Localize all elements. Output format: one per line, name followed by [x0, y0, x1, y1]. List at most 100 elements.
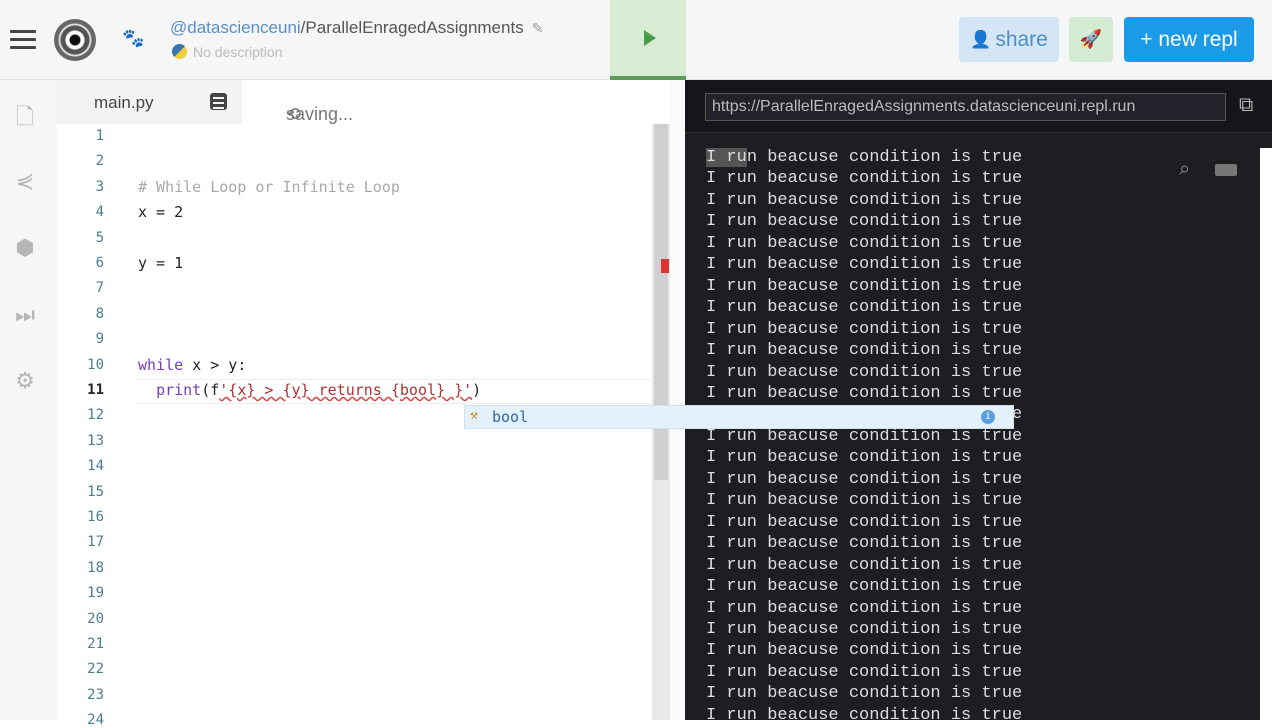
output-line: I run beacuse condition is true	[706, 469, 1023, 489]
line-number: 20	[87, 610, 104, 627]
repl-name[interactable]: ParallelEnragedAssignments	[305, 18, 523, 37]
save-status: ⟲ saving...	[242, 80, 670, 124]
play-icon	[644, 30, 656, 46]
line-number: 14	[87, 458, 104, 475]
output-line: I run beacuse condition is true	[706, 491, 1023, 511]
search-icon[interactable]: ⌕	[1179, 158, 1190, 181]
code-line[interactable]: while x > y:	[138, 356, 246, 374]
line-number: 16	[87, 509, 104, 525]
output-line: I run beacuse condition is true	[706, 341, 1023, 361]
code-line[interactable]: x = 2	[138, 203, 183, 221]
output-line: I run beacuse condition is true	[706, 619, 1023, 639]
tab-main-py[interactable]: main.py	[57, 80, 242, 124]
pencil-icon[interactable]: ✎	[532, 20, 544, 36]
file-menu-icon[interactable]	[210, 93, 227, 110]
top-header: 🐾 @datascienceuni/ParallelEnragedAssignm…	[0, 0, 1272, 80]
line-number: 24	[87, 712, 104, 728]
output-line: I run beacuse condition is true	[706, 298, 1023, 318]
output-line: I run beacuse condition is true	[706, 598, 1023, 618]
debugger-icon[interactable]: ⏭	[12, 302, 38, 328]
replit-logo[interactable]	[54, 19, 96, 61]
output-line: I run beacuse condition is true	[706, 448, 1023, 468]
share-button[interactable]: 👤 share	[959, 17, 1059, 62]
output-line: I run beacuse condition is true	[706, 362, 1023, 382]
output-line: I run beacuse condition is true	[706, 169, 1023, 189]
open-external-icon[interactable]: ⧉	[1239, 94, 1253, 117]
output-line: I run beacuse condition is true	[706, 255, 1023, 275]
repl-description[interactable]: No description	[172, 44, 283, 60]
packages-cube-icon[interactable]: ⬢	[12, 235, 38, 261]
editor-tab-bar: main.py ⟲ saving...	[57, 80, 670, 124]
output-line: I run beacuse condition is true	[706, 426, 1023, 446]
line-number: 7	[95, 280, 104, 297]
output-line: I run beacuse condition is true	[706, 641, 1023, 661]
line-number: 22	[87, 661, 104, 678]
web-url-bar: https://ParallelEnragedAssignments.datas…	[685, 80, 1272, 133]
output-line: I run beacuse condition is true	[706, 705, 1023, 725]
pane-divider[interactable]	[670, 80, 685, 720]
autocomplete-suggestion[interactable]: bool	[492, 408, 528, 426]
line-number: 17	[87, 534, 104, 551]
url-field[interactable]: https://ParallelEnragedAssignments.datas…	[705, 93, 1226, 121]
output-line: I run beacuse condition is true	[706, 148, 1023, 167]
line-number: 2	[95, 153, 104, 170]
line-number: 15	[87, 483, 104, 500]
files-icon[interactable]: 🗋	[12, 100, 38, 129]
error-marker	[661, 259, 669, 273]
run-button[interactable]	[610, 0, 686, 80]
output-line: I run beacuse condition is true	[706, 534, 1023, 554]
line-number: 6	[95, 255, 104, 271]
tab-label: main.py	[94, 93, 154, 112]
console-scrollbar[interactable]	[1260, 148, 1272, 720]
variable-icon: ⚒	[470, 408, 478, 423]
code-line[interactable]: y = 1	[138, 254, 183, 272]
output-line: I run beacuse condition is true	[706, 684, 1023, 704]
add-user-icon: 👤	[970, 29, 992, 49]
python-icon	[172, 44, 187, 59]
clear-console-icon[interactable]	[1215, 164, 1237, 176]
share-nodes-icon[interactable]: ⋞	[12, 168, 38, 194]
line-number: 13	[87, 432, 104, 449]
output-line: I run beacuse condition is true	[706, 577, 1023, 597]
console-output[interactable]: I run beacuse condition is true I run bea…	[706, 147, 1022, 726]
line-number: 5	[95, 229, 104, 246]
line-number: 10	[87, 356, 104, 373]
line-number: 12	[87, 407, 104, 424]
output-line: I run beacuse condition is true	[706, 555, 1023, 575]
code-line[interactable]: print(f'{x} > {y} returns {bool} }')	[138, 381, 481, 399]
autocomplete-popup[interactable]: ⚒ bool i	[464, 405, 1014, 429]
line-number: 1	[95, 128, 104, 144]
output-line: I run beacuse condition is true	[706, 233, 1023, 253]
line-number: 23	[87, 686, 104, 703]
line-number: 11	[87, 382, 104, 398]
line-number: 8	[95, 305, 104, 322]
output-console: https://ParallelEnragedAssignments.datas…	[685, 80, 1272, 725]
line-number: 9	[95, 331, 104, 348]
line-number: 4	[95, 204, 104, 221]
line-number: 3	[95, 178, 104, 195]
share-label: share	[995, 27, 1048, 51]
code-line[interactable]: # While Loop or Infinite Loop	[138, 178, 400, 196]
info-icon[interactable]: i	[981, 410, 995, 424]
output-line: I run beacuse condition is true	[706, 276, 1023, 296]
deploy-button[interactable]: 🚀	[1069, 17, 1113, 62]
output-line: I run beacuse condition is true	[706, 319, 1023, 339]
output-line: I run beacuse condition is true	[706, 190, 1023, 210]
paw-icon[interactable]: 🐾	[122, 28, 144, 49]
output-line: I run beacuse condition is true	[706, 662, 1023, 682]
output-line: I run beacuse condition is true	[706, 383, 1023, 403]
settings-gear-icon[interactable]: ⚙	[12, 368, 38, 394]
output-line: I run beacuse condition is true	[706, 512, 1023, 532]
output-line: I run beacuse condition is true	[706, 212, 1023, 232]
hamburger-menu-icon[interactable]	[10, 30, 36, 50]
line-number: 18	[87, 559, 104, 576]
line-number: 19	[87, 585, 104, 602]
new-repl-button[interactable]: + new repl	[1124, 17, 1254, 62]
user-link[interactable]: @datascienceuni	[170, 18, 301, 37]
save-status-text: saving...	[286, 104, 354, 124]
description-text: No description	[193, 44, 283, 60]
line-number: 21	[87, 636, 104, 652]
repl-title: @datascienceuni/ParallelEnragedAssignmen…	[170, 18, 543, 38]
left-sidebar: 🗋 ⋞ ⬢ ⏭ ⚙	[0, 80, 57, 720]
rocket-icon: 🚀	[1079, 29, 1103, 49]
